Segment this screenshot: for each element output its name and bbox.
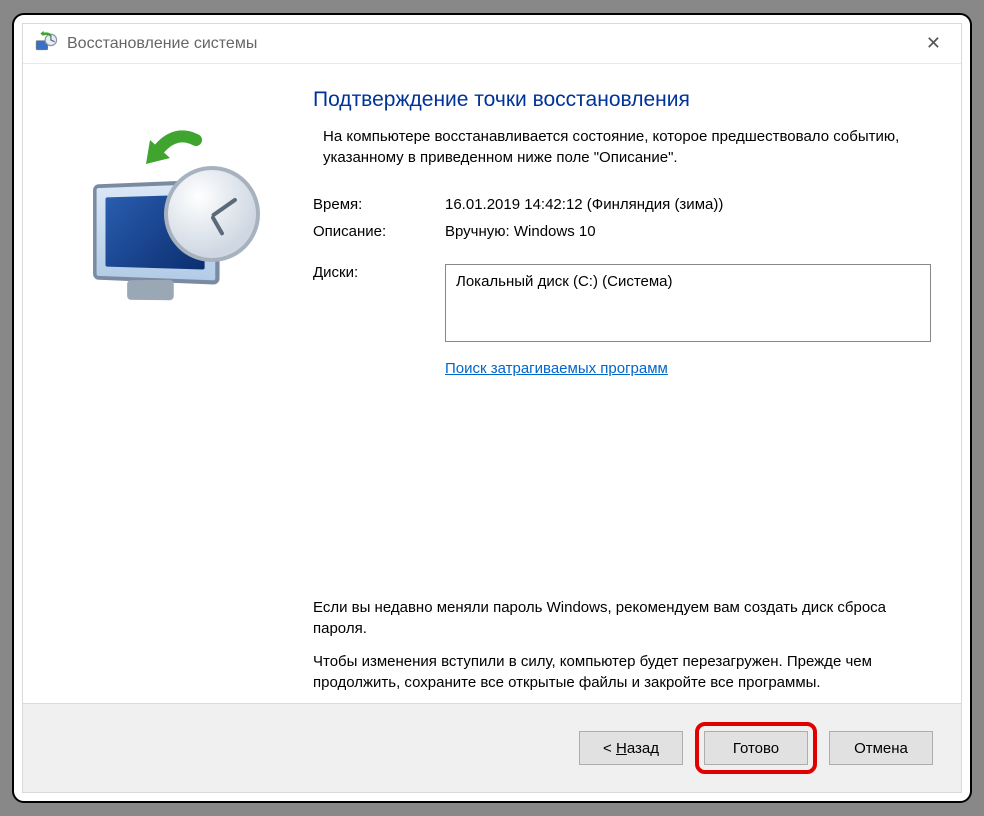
- window-title: Восстановление системы: [67, 35, 916, 53]
- wizard-graphic-panel: [23, 82, 313, 693]
- wizard-body: Подтверждение точки восстановления На ко…: [313, 82, 931, 693]
- wizard-footer: < Назад Готово Отмена: [23, 703, 961, 792]
- finish-highlight: Готово: [695, 722, 817, 774]
- disks-list[interactable]: Локальный диск (C:) (Система): [445, 264, 931, 342]
- password-note: Если вы недавно меняли пароль Windows, р…: [313, 597, 931, 639]
- restore-icon: [33, 31, 59, 57]
- time-row: Время: 16.01.2019 14:42:12 (Финляндия (з…: [313, 196, 931, 213]
- close-button[interactable]: ✕: [916, 29, 951, 58]
- disks-row: Диски: Локальный диск (C:) (Система): [313, 264, 931, 342]
- description-value: Вручную: Windows 10: [445, 223, 931, 240]
- titlebar: Восстановление системы ✕: [23, 24, 961, 64]
- intro-text: На компьютере восстанавливается состояни…: [323, 126, 931, 168]
- system-restore-dialog: Восстановление системы ✕ Подтверждение т…: [22, 23, 962, 793]
- page-heading: Подтверждение точки восстановления: [313, 88, 931, 112]
- finish-button[interactable]: Готово: [704, 731, 808, 765]
- time-value: 16.01.2019 14:42:12 (Финляндия (зима)): [445, 196, 931, 213]
- restart-note: Чтобы изменения вступили в силу, компьют…: [313, 651, 931, 693]
- scan-affected-link[interactable]: Поиск затрагиваемых программ: [445, 360, 931, 377]
- disk-item: Локальный диск (C:) (Система): [456, 273, 673, 290]
- content-area: Подтверждение точки восстановления На ко…: [23, 64, 961, 703]
- back-button[interactable]: < Назад: [579, 731, 683, 765]
- time-label: Время:: [313, 196, 445, 213]
- disks-label: Диски:: [313, 264, 445, 342]
- cancel-button[interactable]: Отмена: [829, 731, 933, 765]
- restore-graphic: [68, 122, 268, 322]
- description-row: Описание: Вручную: Windows 10: [313, 223, 931, 240]
- description-label: Описание:: [313, 223, 445, 240]
